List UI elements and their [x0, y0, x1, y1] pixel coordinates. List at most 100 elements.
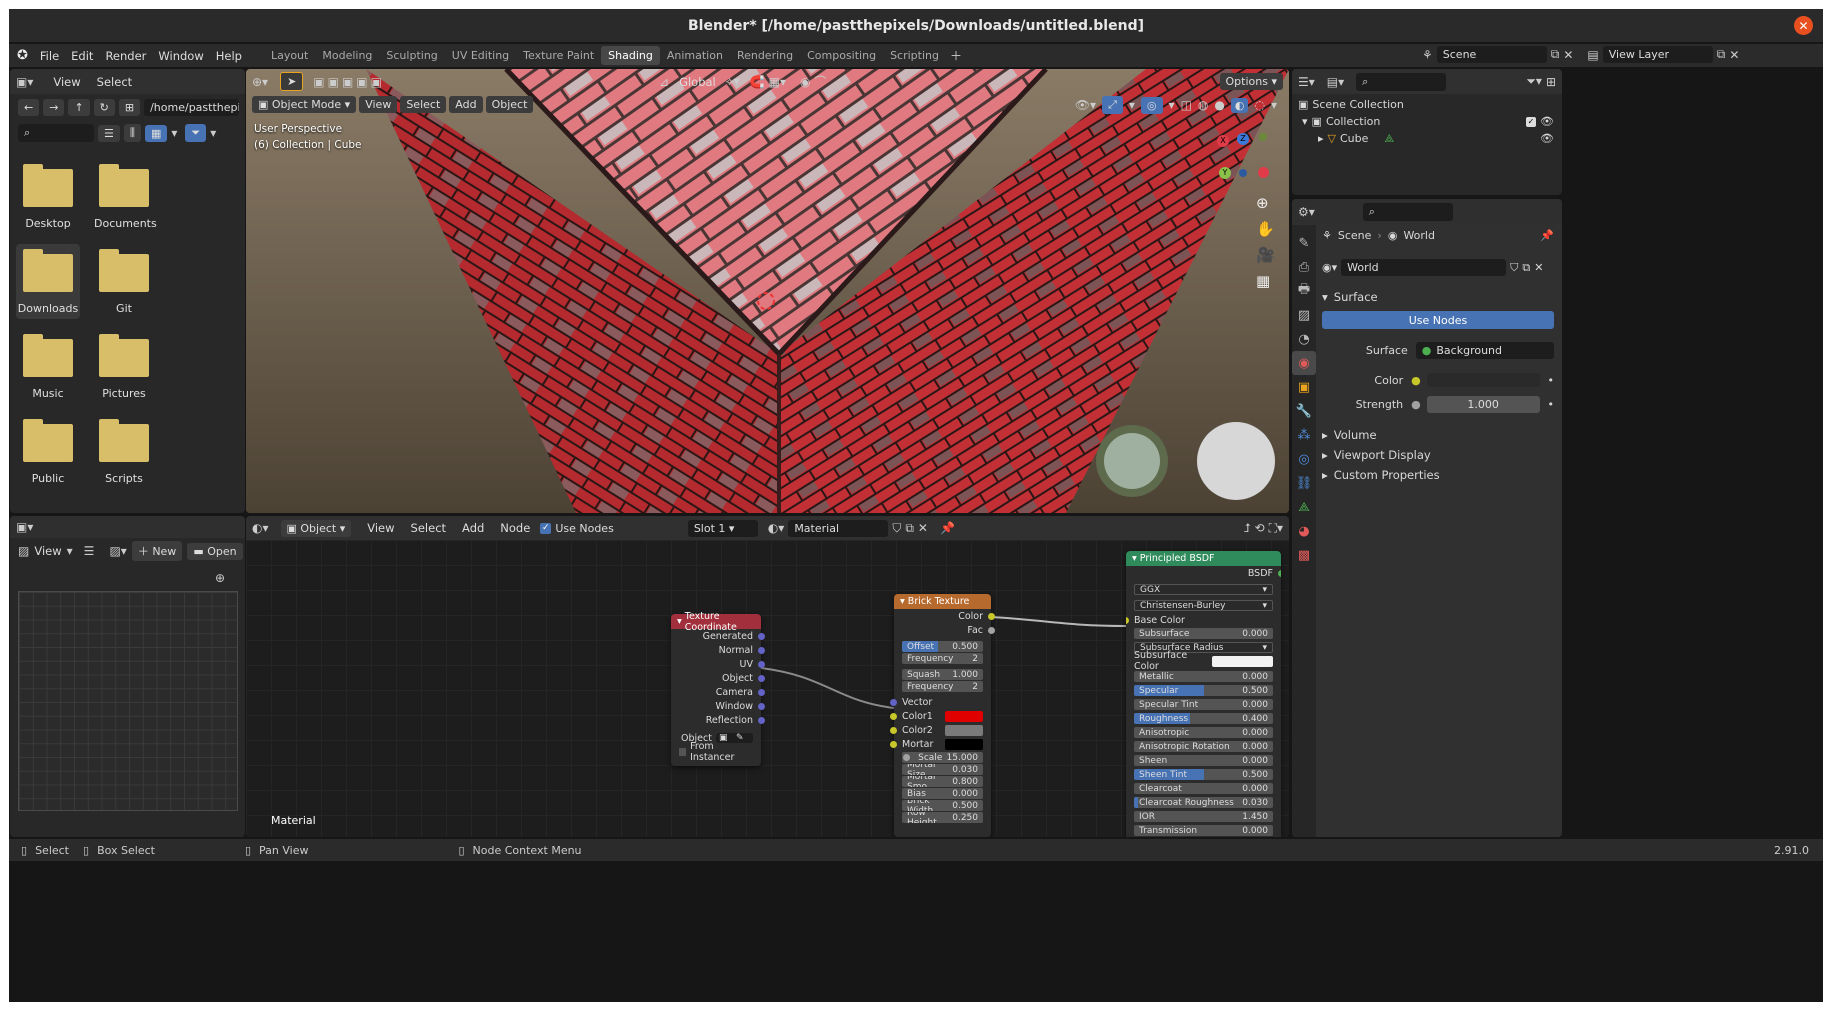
overlay-dropdown-icon[interactable]: ▾ [1169, 98, 1175, 112]
data-tab-icon[interactable]: ⟁ [1292, 495, 1316, 519]
gizmo-x[interactable]: X [1217, 135, 1229, 147]
shading-solid-icon[interactable]: ● [1214, 98, 1224, 112]
gizmo-z[interactable]: Z [1237, 133, 1249, 145]
visibility-icon[interactable]: 👁▾ [1075, 98, 1096, 112]
input-socket[interactable] [890, 698, 897, 706]
fb-menu-view[interactable]: View [47, 75, 86, 89]
output-socket[interactable] [988, 612, 995, 620]
pivot-icon[interactable]: ⟡▾ [726, 74, 740, 89]
input-socket[interactable] [903, 754, 910, 761]
bsdf-param-field[interactable]: IOR 1.450 [1134, 811, 1273, 822]
use-nodes-button[interactable]: Use Nodes [1322, 311, 1554, 329]
editor-type-icon[interactable]: ▣▾ [16, 75, 33, 89]
keyframe-dot-icon[interactable]: • [1548, 374, 1555, 387]
world-browse-icon[interactable]: ◉▾ [1322, 261, 1337, 274]
texture-tab-icon[interactable]: ▩ [1292, 543, 1316, 567]
tab-animation[interactable]: Animation [660, 46, 730, 65]
hand-pan-icon[interactable]: ✋ [1256, 220, 1275, 238]
bsdf-param-field[interactable]: Clearcoat Roughness 0.030 [1134, 797, 1273, 808]
squash-field[interactable]: Squash 1.000 [902, 669, 983, 680]
bsdf-param-field[interactable]: Anisotropic Rotation 0.000 [1134, 741, 1273, 752]
eye-icon[interactable]: 👁 [1540, 130, 1554, 147]
transform-orientation-dropdown[interactable]: Global [673, 75, 722, 89]
input-socket[interactable] [890, 712, 897, 720]
properties-search-input[interactable]: ⌕ [1362, 202, 1453, 221]
tab-texture-paint[interactable]: Texture Paint [516, 46, 601, 65]
image-open-button[interactable]: ▬ Open [187, 542, 243, 560]
subsurface-method-dropdown[interactable]: Christensen-Burley ▾ [1134, 600, 1273, 611]
shading-dropdown-icon[interactable]: ▾ [1271, 98, 1277, 112]
tab-uv-editing[interactable]: UV Editing [445, 46, 516, 65]
shading-rendered-icon[interactable]: ◌ [1254, 98, 1264, 112]
navigation-gizmo[interactable]: X Z Y [1213, 129, 1273, 189]
view-mode-icon[interactable]: ▨ [18, 544, 29, 558]
tab-scripting[interactable]: Scripting [883, 46, 946, 65]
scene-icon[interactable]: ⚘ [1422, 48, 1433, 62]
bsdf-param-field[interactable]: Sheen 0.000 [1134, 755, 1273, 766]
node-header[interactable]: ▾ Texture Coordinate [671, 611, 761, 633]
new-folder-icon[interactable]: ⊞ [118, 99, 141, 116]
from-instancer-checkbox[interactable] [679, 748, 687, 756]
color-swatch[interactable] [1426, 373, 1540, 387]
tab-rendering[interactable]: Rendering [730, 46, 800, 65]
surface-panel-header[interactable]: ▾ Surface [1322, 287, 1554, 307]
close-icon[interactable]: ✕ [1794, 16, 1813, 35]
menu-edit[interactable]: Edit [65, 49, 99, 63]
shading-material-icon[interactable]: ◐ [1230, 97, 1249, 113]
add-workspace-icon[interactable]: ＋ [950, 47, 962, 64]
snap-target-icon[interactable]: ▦▾ [769, 75, 786, 89]
node-header[interactable]: ▾ Principled BSDF [1126, 551, 1281, 566]
fb-menu-select[interactable]: Select [91, 75, 138, 89]
output-socket[interactable] [758, 646, 765, 654]
perspective-toggle-icon[interactable]: ▦ [1256, 272, 1275, 290]
gizmo-neg-y[interactable] [1259, 133, 1267, 141]
scene-new-icon[interactable]: ⧉ [1551, 47, 1560, 62]
color1-swatch[interactable] [945, 710, 983, 722]
frequency-field[interactable]: Frequency 2 [902, 681, 983, 692]
tree-row-scene-collection[interactable]: ▣ Scene Collection [1298, 96, 1554, 113]
gizmo-neg-z[interactable] [1239, 169, 1247, 177]
exclude-checkbox[interactable]: ✓ [1526, 116, 1537, 127]
output-socket[interactable] [758, 688, 765, 696]
output-socket[interactable] [758, 716, 765, 724]
output-socket[interactable] [758, 674, 765, 682]
custom-properties-panel-header[interactable]: ▸ Custom Properties [1322, 465, 1554, 485]
viewport-3d[interactable]: ⊕▾ ➤ ▣▣▣▣▣ ⊿ Global ⟡▾ 🧲 ▦▾ ◉ ⌒ Options … [246, 69, 1289, 513]
expand-arrow-icon[interactable]: ▸ [1318, 130, 1324, 147]
scene-remove-icon[interactable]: ✕ [1563, 48, 1573, 62]
filter-dropdown-icon[interactable]: ▾ [210, 126, 216, 140]
node-brick-texture[interactable]: ▾ Brick Texture Color Fac Offset 0.500 Fr… [890, 594, 995, 837]
output-socket[interactable] [758, 660, 765, 668]
vp-menu-object[interactable]: Object [485, 96, 534, 113]
node-principled-bsdf[interactable]: ▾ Principled BSDF BSDF GGX ▾ Christensen-… [1126, 551, 1281, 837]
filter-icon[interactable]: ⏷ [185, 124, 207, 142]
tree-row-cube[interactable]: ▸ ▽ Cube ⟁ 👁 [1298, 130, 1554, 147]
menu-list-icon[interactable]: ☰ [84, 544, 95, 558]
offset-field[interactable]: Offset 0.500 [902, 641, 983, 652]
distribution-dropdown[interactable]: GGX ▾ [1134, 584, 1273, 595]
snap-icon[interactable]: 🧲 [750, 75, 765, 89]
editor-type-icon[interactable]: ▣▾ [16, 520, 33, 534]
node-header[interactable]: ▾ Brick Texture [894, 594, 991, 609]
scene-tab-icon[interactable]: ◔ [1292, 327, 1316, 351]
view-layer-field[interactable]: View Layer [1602, 46, 1713, 63]
outliner-search-input[interactable]: ⌕ [1356, 72, 1447, 91]
bsdf-param-field[interactable]: Sheen Tint 0.500 [1134, 769, 1273, 780]
tree-row-collection[interactable]: ▾ ▣ Collection ✓ 👁 [1298, 113, 1554, 130]
editor-type-icon[interactable]: ☰▾ [1298, 75, 1315, 89]
list-vertical-icon[interactable]: ☰ [98, 124, 120, 142]
uv-grid[interactable] [18, 591, 238, 811]
editor-type-icon[interactable]: ⊕▾ [252, 75, 268, 89]
shading-wireframe-icon[interactable]: ◍ [1198, 98, 1208, 112]
folder-pictures[interactable]: Pictures [94, 334, 154, 400]
gizmo-dropdown-icon[interactable]: ▾ [1129, 98, 1135, 112]
output-socket[interactable] [758, 702, 765, 710]
output-socket[interactable] [1278, 569, 1281, 577]
forward-icon[interactable]: → [43, 99, 65, 116]
object-mode-dropdown[interactable]: ▣ Object Mode ▾ [252, 96, 357, 113]
eye-icon[interactable]: 👁 [1540, 113, 1554, 130]
bsdf-param-field[interactable]: Transmission 0.000 [1134, 825, 1273, 836]
mortar-size-field[interactable]: Mortar Size 0.030 [902, 764, 983, 775]
world-tab-icon[interactable]: ◉ [1292, 351, 1316, 375]
tab-modeling[interactable]: Modeling [315, 46, 379, 65]
